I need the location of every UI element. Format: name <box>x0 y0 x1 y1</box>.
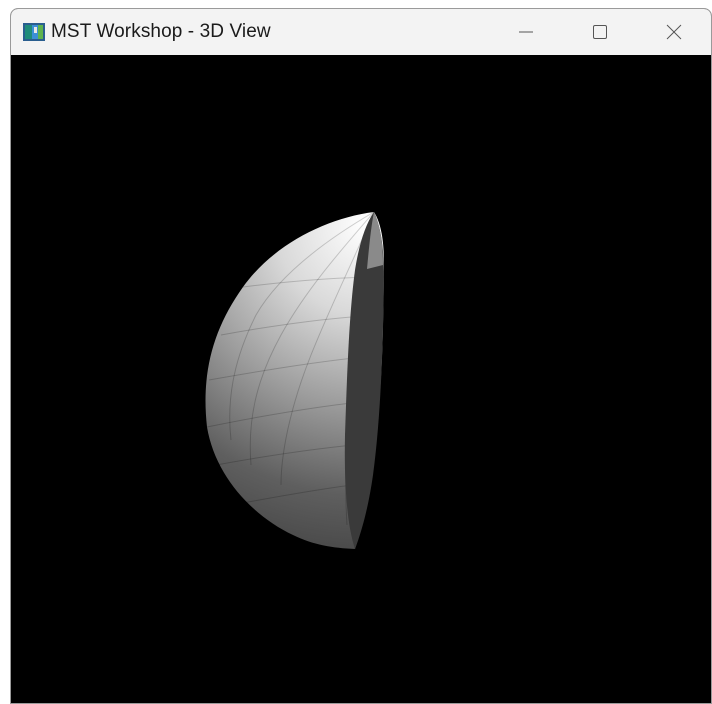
close-button[interactable] <box>637 9 711 55</box>
render-canvas <box>205 212 384 549</box>
title-bar[interactable]: MST Workshop - 3D View <box>11 9 711 55</box>
maximize-icon <box>593 25 607 39</box>
app-icon <box>23 23 45 41</box>
app-window: MST Workshop - 3D View <box>10 8 712 704</box>
window-title: MST Workshop - 3D View <box>51 21 271 42</box>
minimize-button[interactable] <box>489 9 563 55</box>
minimize-icon <box>519 31 533 33</box>
close-icon <box>666 24 682 40</box>
3d-viewport[interactable] <box>11 55 711 703</box>
maximize-button[interactable] <box>563 9 637 55</box>
window-controls <box>489 9 711 55</box>
